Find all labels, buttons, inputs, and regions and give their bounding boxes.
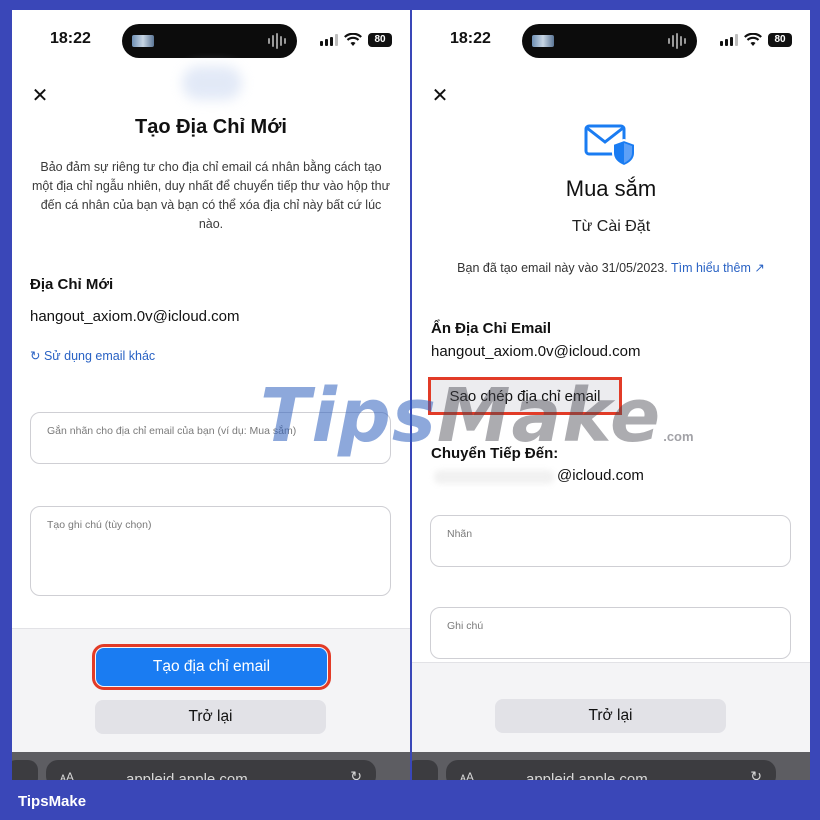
description-text: Bảo đảm sự riêng tư cho địa chỉ email cá…	[32, 160, 390, 231]
cellular-signal-icon	[720, 34, 738, 46]
reload-icon[interactable]: ↻	[350, 768, 362, 780]
address-url: appleid.apple.com	[126, 771, 248, 780]
media-thumbnail-icon	[532, 35, 554, 47]
create-email-button[interactable]: Tạo địa chỉ email	[92, 644, 331, 690]
forward-to-label: Chuyển Tiếp Đến:	[431, 445, 559, 462]
address-bar[interactable]: ᴀA appleid.apple.com ↻	[46, 760, 376, 780]
media-thumbnail-icon	[132, 35, 154, 47]
battery-indicator: 80	[768, 33, 792, 47]
note-textarea[interactable]: Tạo ghi chú (tùy chọn)	[30, 506, 391, 596]
note-field[interactable]: Ghi chú	[430, 607, 791, 659]
dynamic-island	[122, 24, 297, 58]
note-field-caption: Ghi chú	[447, 620, 484, 632]
created-date-line: Bạn đã tạo email này vào 31/05/2023. Tìm…	[412, 260, 810, 275]
browser-tabs-button[interactable]	[12, 760, 38, 780]
new-address-label: Địa Chỉ Mới	[30, 276, 114, 293]
blurred-avatar	[182, 66, 242, 100]
label-input[interactable]: Gắn nhãn cho địa chỉ email của bạn (ví d…	[30, 412, 391, 464]
back-button[interactable]: Trở lại	[95, 700, 326, 734]
hide-email-shield-icon	[584, 124, 636, 168]
battery-indicator: 80	[368, 33, 392, 47]
phone-screen-create: 18:22 80 ✕ Tạo Địa Chỉ Mới Bảo đảm sự ri…	[12, 10, 410, 780]
status-bar: 18:22 80	[12, 10, 410, 72]
wifi-icon	[344, 33, 362, 46]
label-input-placeholder: Gắn nhãn cho địa chỉ email của bạn (ví d…	[47, 425, 297, 437]
cellular-signal-icon	[320, 34, 338, 46]
hide-email-label: Ẩn Địa Chỉ Email	[431, 320, 552, 337]
audio-wave-icon	[668, 33, 686, 49]
audio-wave-icon	[268, 33, 286, 49]
blurred-username	[434, 470, 554, 484]
address-url: appleid.apple.com	[526, 771, 648, 780]
source-subtitle: Từ Cài Đặt	[571, 218, 651, 235]
status-time: 18:22	[450, 30, 491, 47]
dynamic-island	[522, 24, 697, 58]
reader-aa-icon[interactable]: ᴀA	[460, 770, 474, 780]
wifi-icon	[744, 33, 762, 46]
label-field[interactable]: Nhãn	[430, 515, 791, 567]
footer-bar: TipsMake	[0, 780, 820, 820]
note-textarea-placeholder: Tạo ghi chú (tùy chọn)	[47, 519, 152, 531]
reload-icon[interactable]: ↻	[750, 768, 762, 780]
address-bar[interactable]: ᴀA appleid.apple.com ↻	[446, 760, 776, 780]
footer-brand: TipsMake	[18, 793, 87, 810]
forward-email-domain: @icloud.com	[557, 467, 644, 484]
phone-screen-details: 18:22 80 ✕ Mua sắm Từ Cài Đặt Bạn đã tạo…	[412, 10, 810, 780]
close-icon[interactable]: ✕	[30, 86, 50, 106]
back-button[interactable]: Trở lại	[495, 699, 726, 733]
close-icon[interactable]: ✕	[430, 86, 450, 106]
generated-email: hangout_axiom.0v@icloud.com	[30, 308, 240, 325]
page-title: Tạo Địa Chỉ Mới	[134, 116, 287, 138]
created-date-text: Bạn đã tạo email này vào 31/05/2023.	[457, 261, 668, 275]
reader-aa-icon[interactable]: ᴀA	[60, 770, 74, 780]
use-other-email-link[interactable]: ↻ Sử dụng email khác	[30, 348, 155, 363]
browser-tabs-button[interactable]	[412, 760, 438, 780]
learn-more-link[interactable]: Tìm hiểu thêm ↗	[671, 261, 765, 275]
status-bar: 18:22 80	[412, 10, 810, 72]
label-field-caption: Nhãn	[447, 528, 473, 540]
copy-email-button[interactable]: Sao chép địa chỉ email	[428, 377, 622, 415]
email-label-title: Mua sắm	[565, 176, 657, 201]
status-time: 18:22	[50, 30, 91, 47]
hidden-email-address: hangout_axiom.0v@icloud.com	[431, 343, 641, 360]
